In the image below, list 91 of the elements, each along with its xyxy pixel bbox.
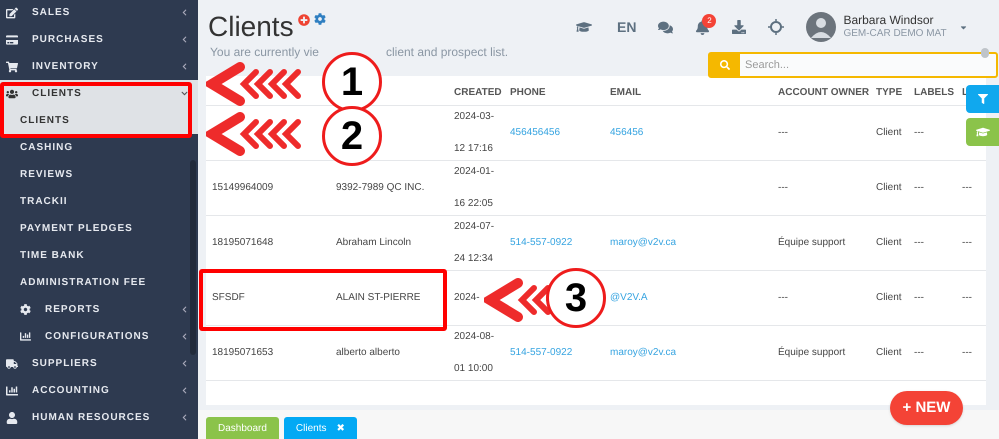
bar-chart-icon — [20, 331, 31, 342]
notification-badge: 2 — [702, 14, 716, 28]
table-cell: --- — [778, 127, 788, 138]
table-cell: --- — [914, 347, 924, 358]
filter-button[interactable] — [966, 85, 999, 113]
chevron-left-icon — [181, 9, 188, 16]
sidebar-subitem[interactable]: TRACKII — [0, 188, 198, 215]
language-button[interactable]: EN — [617, 16, 636, 38]
table-cell: SFSDF — [212, 292, 245, 303]
add-icon[interactable] — [298, 14, 310, 26]
sidebar-subitem[interactable]: CASHING — [0, 134, 198, 161]
sidebar-item[interactable]: REPORTS — [0, 296, 198, 323]
table-cell: Client — [876, 347, 902, 358]
table-cell: 18195071648 — [212, 237, 274, 248]
table-cell: ALAIN ST-PIERRE — [336, 292, 420, 303]
graduation-cap-icon — [976, 125, 990, 139]
table-cell: 18195071653 — [212, 347, 274, 358]
chevron-left-icon — [181, 63, 188, 70]
column-header: TYPE — [876, 86, 902, 98]
table-cell: alberto alberto — [336, 347, 400, 358]
table-cell: 2024-03-12 17:16 — [454, 111, 494, 154]
table-cell: --- — [962, 292, 972, 303]
table-cell: --- — [914, 182, 924, 193]
sidebar-item[interactable]: CONFIGURATIONS — [0, 323, 198, 350]
page-subtitle: client and prospect list. — [386, 45, 508, 59]
table-cell: 2024-01-16 22:05 — [454, 166, 494, 209]
download-icon[interactable] — [732, 20, 746, 34]
graduation-cap-icon[interactable] — [576, 19, 592, 35]
users-icon — [6, 88, 18, 100]
table-cell: Abraham Lincoln — [336, 237, 412, 248]
column-header: LABELS — [914, 86, 954, 98]
table-cell: --- — [778, 292, 788, 303]
user-name: Barbara Windsor — [843, 13, 934, 27]
sidebar-subitem[interactable]: TIME BANK — [0, 242, 198, 269]
table-cell: --- — [914, 237, 924, 248]
table-cell: Client — [876, 182, 902, 193]
sidebar-item[interactable]: HUMAN RESOURCES — [0, 404, 198, 431]
table-cell: Client — [876, 127, 902, 138]
filter-icon — [978, 94, 988, 104]
sidebar-subitem[interactable]: PAYMENT PLEDGES — [0, 215, 198, 242]
column-header: PHONE — [510, 86, 546, 98]
gear-icon — [20, 304, 31, 315]
bar-chart-icon — [6, 384, 18, 396]
card-icon — [6, 34, 18, 46]
sidebar-item[interactable]: SUPPLIERS — [0, 350, 198, 377]
table-cell: 9392-7989 QC INC. — [336, 182, 424, 193]
table-cell: Client — [876, 237, 902, 248]
chevron-left-icon — [181, 360, 188, 367]
column-header: ACCOUNT OWNER — [778, 86, 870, 98]
table-cell: 2024-07-24 12:34 — [454, 221, 494, 264]
table-cell: 2024- — [454, 292, 480, 303]
table-cell: 15149964009 — [212, 182, 274, 193]
table-cell: --- — [778, 182, 788, 193]
sidebar-item[interactable]: PURCHASES — [0, 26, 198, 53]
column-header: CREATED — [454, 86, 502, 98]
cart-icon — [6, 60, 18, 72]
truck-icon — [6, 358, 18, 370]
sidebar-subitem[interactable]: ADMINISTRATION FEE — [0, 269, 198, 296]
chevron-left-icon — [181, 306, 188, 313]
scrollbar — [981, 48, 989, 58]
sidebar-subitem[interactable]: REVIEWS — [0, 161, 198, 188]
chevron-down-icon — [181, 90, 188, 97]
search-input[interactable]: Search... — [740, 54, 996, 76]
table-cell: --- — [962, 182, 972, 193]
table-cell: --- — [962, 237, 972, 248]
chevron-left-icon — [181, 36, 188, 43]
avatar[interactable] — [806, 12, 836, 42]
page-subtitle: You are currently vie — [210, 45, 320, 59]
new-button[interactable]: + NEW — [890, 391, 963, 425]
table-cell: --- — [914, 292, 924, 303]
sidebar-item[interactable]: INVENTORY — [0, 53, 198, 80]
column-header: EMAIL — [610, 86, 642, 98]
chat-icon[interactable] — [658, 20, 674, 34]
chevron-left-icon — [181, 333, 188, 340]
table-cell: 2024-08-01 10:00 — [454, 331, 494, 374]
sidebar-item[interactable]: SALES — [0, 0, 198, 26]
user-company: GEM-CAR DEMO MAT — [843, 27, 947, 41]
sidebar-item[interactable]: ACCOUNTING — [0, 377, 198, 404]
table-cell: Client — [876, 292, 902, 303]
table-cell: Équipe support — [778, 347, 846, 358]
table-cell: --- — [914, 127, 924, 138]
search-field[interactable]: Search... — [708, 52, 998, 78]
user-icon — [6, 412, 18, 424]
settings-icon[interactable] — [314, 13, 326, 25]
edit-icon — [6, 6, 18, 18]
table-cell: Équipe support — [778, 237, 846, 248]
page-title: Clients — [208, 10, 294, 44]
table-cell: --- — [962, 347, 972, 358]
search-icon — [720, 60, 730, 70]
chevron-left-icon — [181, 387, 188, 394]
chevron-left-icon — [181, 414, 188, 421]
